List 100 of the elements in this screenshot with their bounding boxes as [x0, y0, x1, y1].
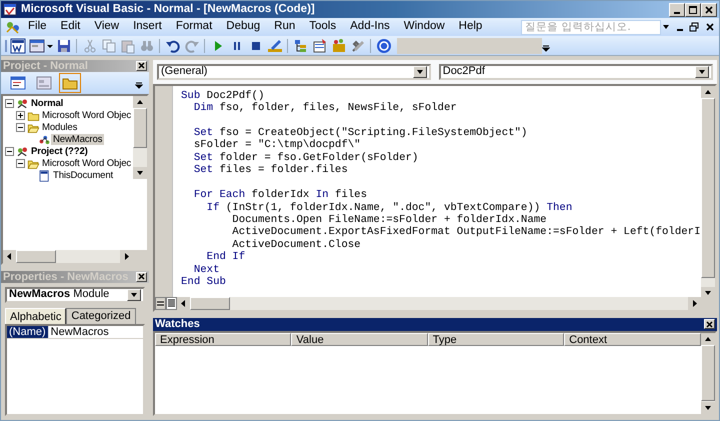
code-line: ActiveDocument.Close	[231, 238, 362, 251]
object-dropdown[interactable]: NewMacros Module	[5, 286, 145, 303]
tab[interactable]: Categorized	[66, 308, 136, 324]
window-title: Microsoft Visual Basic - Normal - [NewMacros (Code)]	[21, 2, 316, 17]
restore-icon	[689, 22, 699, 32]
collapse-icon[interactable]	[16, 123, 25, 132]
object-dropdown[interactable]: (General)	[157, 64, 431, 80]
properties-icon	[312, 38, 328, 54]
dropdown-arrow-icon	[130, 290, 138, 299]
column-header[interactable]: Context	[564, 332, 700, 346]
code-line: Documents.Open FileName:=sFolder + folderIdx.Name	[231, 214, 547, 226]
close-button[interactable]	[136, 60, 147, 71]
code-line: Dim fso, folder, files, NewsFile, sFolder	[192, 102, 458, 115]
scrollbar-thumb[interactable]	[700, 344, 714, 401]
tree-item[interactable]: Microsoft Word Objec	[40, 158, 133, 170]
menu-item[interactable]: Debug	[219, 19, 268, 36]
close-icon	[705, 6, 713, 14]
document-icon	[38, 170, 51, 182]
procedure-dropdown[interactable]: Doc2Pdf	[438, 64, 712, 80]
tree-item[interactable]: Normal	[29, 98, 66, 110]
menu-item[interactable]: Edit	[54, 19, 88, 36]
form-button[interactable]	[27, 36, 46, 55]
code-line: End Sub	[181, 276, 227, 289]
scrollbar-thumb[interactable]	[190, 296, 230, 310]
tree-item[interactable]: ThisDocument	[51, 170, 116, 182]
close-button[interactable]	[701, 2, 717, 17]
code-line: Next	[192, 264, 220, 276]
vertical-scrollbar[interactable]	[133, 96, 147, 179]
close-icon	[138, 62, 145, 70]
menu-item[interactable]: Insert	[126, 19, 169, 36]
close-icon	[705, 22, 715, 32]
code-line: Set files = folder.files	[192, 164, 349, 177]
tree-item[interactable]: Modules	[40, 122, 80, 134]
minimize-icon	[677, 28, 683, 31]
toolbar-field[interactable]	[397, 38, 542, 54]
horizontal-scrollbar[interactable]	[3, 250, 133, 263]
close-icon	[706, 320, 712, 328]
project-icon	[16, 146, 29, 158]
copy-icon	[100, 38, 116, 54]
scrollbar-thumb[interactable]	[16, 250, 56, 263]
menu-item[interactable]: Help	[452, 19, 490, 36]
close-button[interactable]	[704, 319, 714, 330]
vba-logo-icon	[5, 20, 21, 34]
project-icon	[16, 98, 29, 110]
module-icon	[38, 134, 51, 146]
tree-item[interactable]: NewMacros	[51, 134, 104, 146]
code-line: sFolder = "C:\tmp\docpdf\"	[192, 139, 362, 152]
maximize-icon	[689, 6, 697, 14]
dropdown-arrow-icon	[698, 68, 706, 76]
menu-item[interactable]: File	[21, 19, 54, 36]
menu-item[interactable]: Window	[396, 19, 452, 36]
code-window-icon	[10, 74, 26, 91]
open-folder-icon	[27, 122, 40, 134]
tree-item[interactable]: Microsoft Word Objec	[40, 110, 133, 122]
cut-icon	[82, 38, 98, 54]
code-line: For Each folderIdx In files	[192, 189, 368, 202]
menu-item[interactable]: Tools	[302, 19, 344, 36]
column-header[interactable]: Type	[428, 332, 564, 346]
horizontal-scrollbar[interactable]	[177, 296, 700, 310]
tree-item[interactable]: Project (??2)	[29, 146, 90, 158]
pane-title: Project - Normal	[3, 60, 89, 72]
close-icon	[138, 273, 145, 280]
help-icon	[376, 38, 392, 54]
code-line: Set fso = CreateObject("Scripting.FileSystemObject")	[192, 126, 528, 139]
open-folder-icon	[27, 158, 40, 170]
column-header[interactable]: Expression	[155, 332, 292, 346]
menu-item[interactable]: Run	[267, 19, 302, 36]
minimize-button[interactable]	[669, 2, 685, 17]
save-icon	[56, 38, 72, 54]
form-icon	[36, 74, 52, 91]
collapse-icon[interactable]	[5, 147, 14, 156]
folder-icon	[27, 110, 40, 122]
form-icon	[28, 38, 44, 54]
help-button[interactable]	[374, 36, 393, 55]
property-name[interactable]: (Name)	[7, 326, 48, 339]
pane-title: Watches	[155, 318, 201, 331]
menu-item[interactable]: Format	[168, 19, 220, 36]
vertical-scrollbar[interactable]	[700, 332, 714, 414]
minimize-icon	[674, 12, 680, 14]
toggle-folders-button[interactable]	[59, 72, 81, 93]
code-line: Set folder = fso.GetFolder(sFolder)	[192, 152, 420, 164]
column-header[interactable]: Value	[291, 332, 428, 346]
tab[interactable]: Alphabetic	[5, 308, 66, 325]
expand-icon[interactable]	[16, 111, 25, 120]
ruler-pencil-icon	[266, 38, 282, 54]
collapse-icon[interactable]	[5, 99, 14, 108]
close-button[interactable]	[136, 272, 147, 282]
toolbar-grip-icon	[5, 38, 8, 53]
word-button[interactable]	[8, 36, 27, 55]
tree-view-icon	[292, 38, 308, 54]
object-browser-icon	[330, 38, 346, 54]
menu-item[interactable]: View	[87, 19, 126, 36]
menu-item[interactable]: Add-Ins	[343, 19, 397, 36]
word-icon	[10, 38, 26, 54]
collapse-icon[interactable]	[16, 159, 25, 168]
code-line: ActiveDocument.ExportAsFixedFormat OutputFileName:=sFolder + Left(folderI	[231, 226, 700, 239]
paste-icon	[120, 38, 136, 54]
scrollbar-thumb[interactable]	[133, 108, 147, 148]
maximize-button[interactable]	[685, 2, 701, 17]
property-value[interactable]: NewMacros	[48, 326, 143, 339]
